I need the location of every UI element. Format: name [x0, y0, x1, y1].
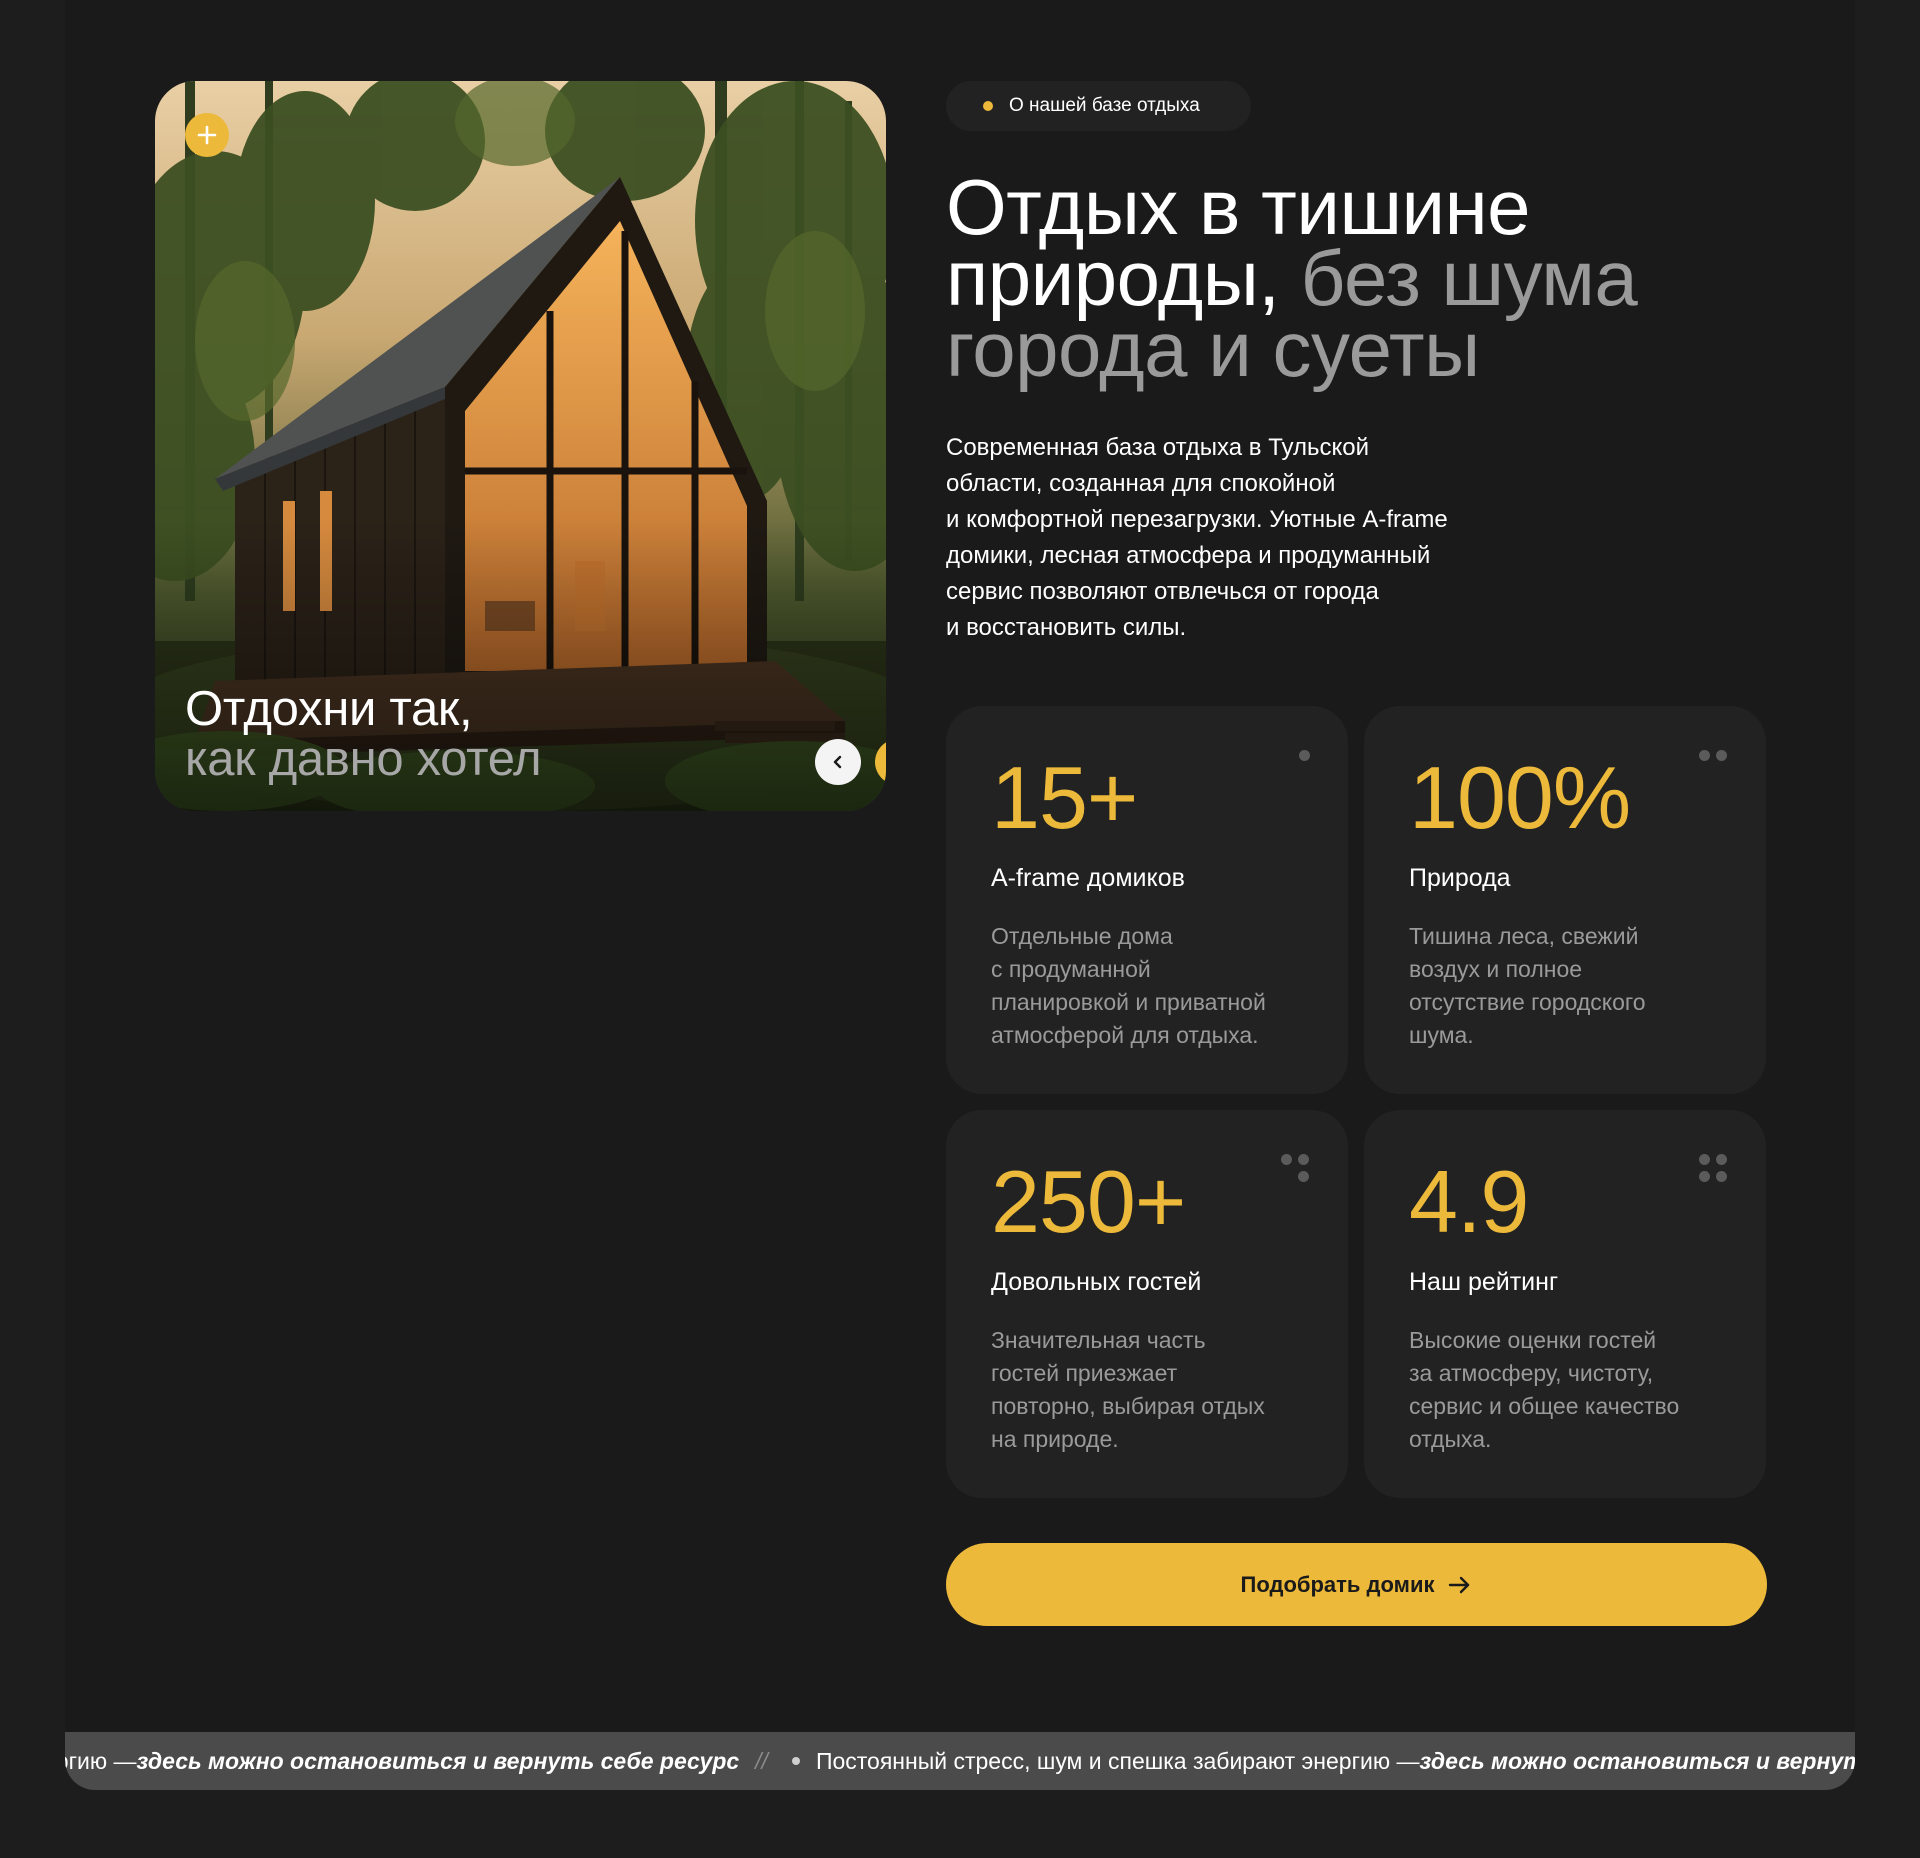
dots-icon	[1699, 1154, 1728, 1183]
stat-text: Высокие оценки гостей за атмосферу, чисто…	[1409, 1327, 1680, 1452]
dots-icon	[1299, 750, 1310, 761]
ticker-separator: //	[755, 1747, 768, 1774]
ticker-item: Постоянный стресс, шум и спешка забирают…	[815, 1747, 1855, 1774]
stat-card-nature: 100% Природа Тишина леса, свежий воздух и…	[1364, 706, 1766, 1094]
description-line: сервис позволяют отвлечься от города	[946, 578, 1379, 605]
stat-title: Довольных гостей	[991, 1268, 1202, 1296]
photo-caption-line1: Отдохни так,	[185, 682, 473, 736]
prev-slide-button[interactable]	[815, 739, 861, 785]
description-line: и восстановить силы.	[946, 614, 1187, 641]
headline-line3: города и суеты	[946, 305, 1480, 393]
about-badge: О нашей базе отдыха	[946, 81, 1251, 131]
stat-title: Наш рейтинг	[1409, 1268, 1559, 1296]
stat-text: Отдельные дома с продуманной планировкой и…	[991, 923, 1266, 1048]
stat-title: A-frame домиков	[991, 864, 1185, 892]
choose-cabin-label: Подобрать домик	[1240, 1571, 1435, 1597]
dots-icon	[1281, 1154, 1310, 1183]
stat-title: Природа	[1409, 864, 1511, 892]
about-badge-label: О нашей базе отдыха	[1009, 95, 1200, 116]
stat-value: 250+	[991, 1152, 1186, 1251]
choose-cabin-button[interactable]: Подобрать домик	[946, 1543, 1767, 1626]
photo-caption: Отдохни так, как давно хотел	[185, 682, 542, 786]
stat-card-rating: 4.9 Наш рейтинг Высокие оценки гостей за …	[1364, 1110, 1766, 1498]
cabin-photo-card: Отдохни так, как давно хотел	[155, 81, 886, 811]
stat-value: 100%	[1409, 748, 1631, 847]
plus-icon	[197, 125, 217, 145]
page-title: Отдых в тишине природы, без шума города …	[946, 168, 1746, 388]
plus-button[interactable]	[185, 113, 229, 157]
description-line: домики, лесная атмосфера и продуманный	[946, 542, 1431, 569]
stat-value: 15+	[991, 748, 1138, 847]
description-line: и комфортной перезагрузки. Уютные A-fram…	[946, 506, 1448, 533]
ticker-track: ергию — здесь можно остановиться и верну…	[65, 1732, 1855, 1790]
badge-dot-icon	[983, 101, 993, 111]
dots-icon	[1699, 750, 1728, 761]
stat-card-cabins: 15+ A-frame домиков Отдельные дома с прод…	[946, 706, 1348, 1094]
stat-card-guests: 250+ Довольных гостей Значительная часть…	[946, 1110, 1348, 1498]
chevron-left-icon	[833, 755, 842, 769]
ticker-item: ергию — здесь можно остановиться и верну…	[65, 1747, 740, 1774]
ticker-dot-icon	[791, 1757, 800, 1765]
about-section: Отдохни так, как давно хотел О нашей баз…	[65, 0, 1855, 1790]
stat-text: Значительная часть гостей приезжает повтор…	[991, 1327, 1265, 1452]
stat-value: 4.9	[1409, 1152, 1529, 1251]
description-line: области, созданная для спокойной	[946, 470, 1336, 497]
arrow-right-icon	[1449, 1576, 1470, 1593]
marquee-ticker: ергию — здесь можно остановиться и верну…	[65, 1732, 1855, 1790]
photo-caption-line2: как давно хотел	[185, 732, 542, 786]
about-description: Современная база отдыха в Тульской облас…	[946, 430, 1566, 646]
description-line: Современная база отдыха в Тульской	[946, 434, 1370, 461]
stat-text: Тишина леса, свежий воздух и полное отсутс…	[1409, 923, 1646, 1048]
